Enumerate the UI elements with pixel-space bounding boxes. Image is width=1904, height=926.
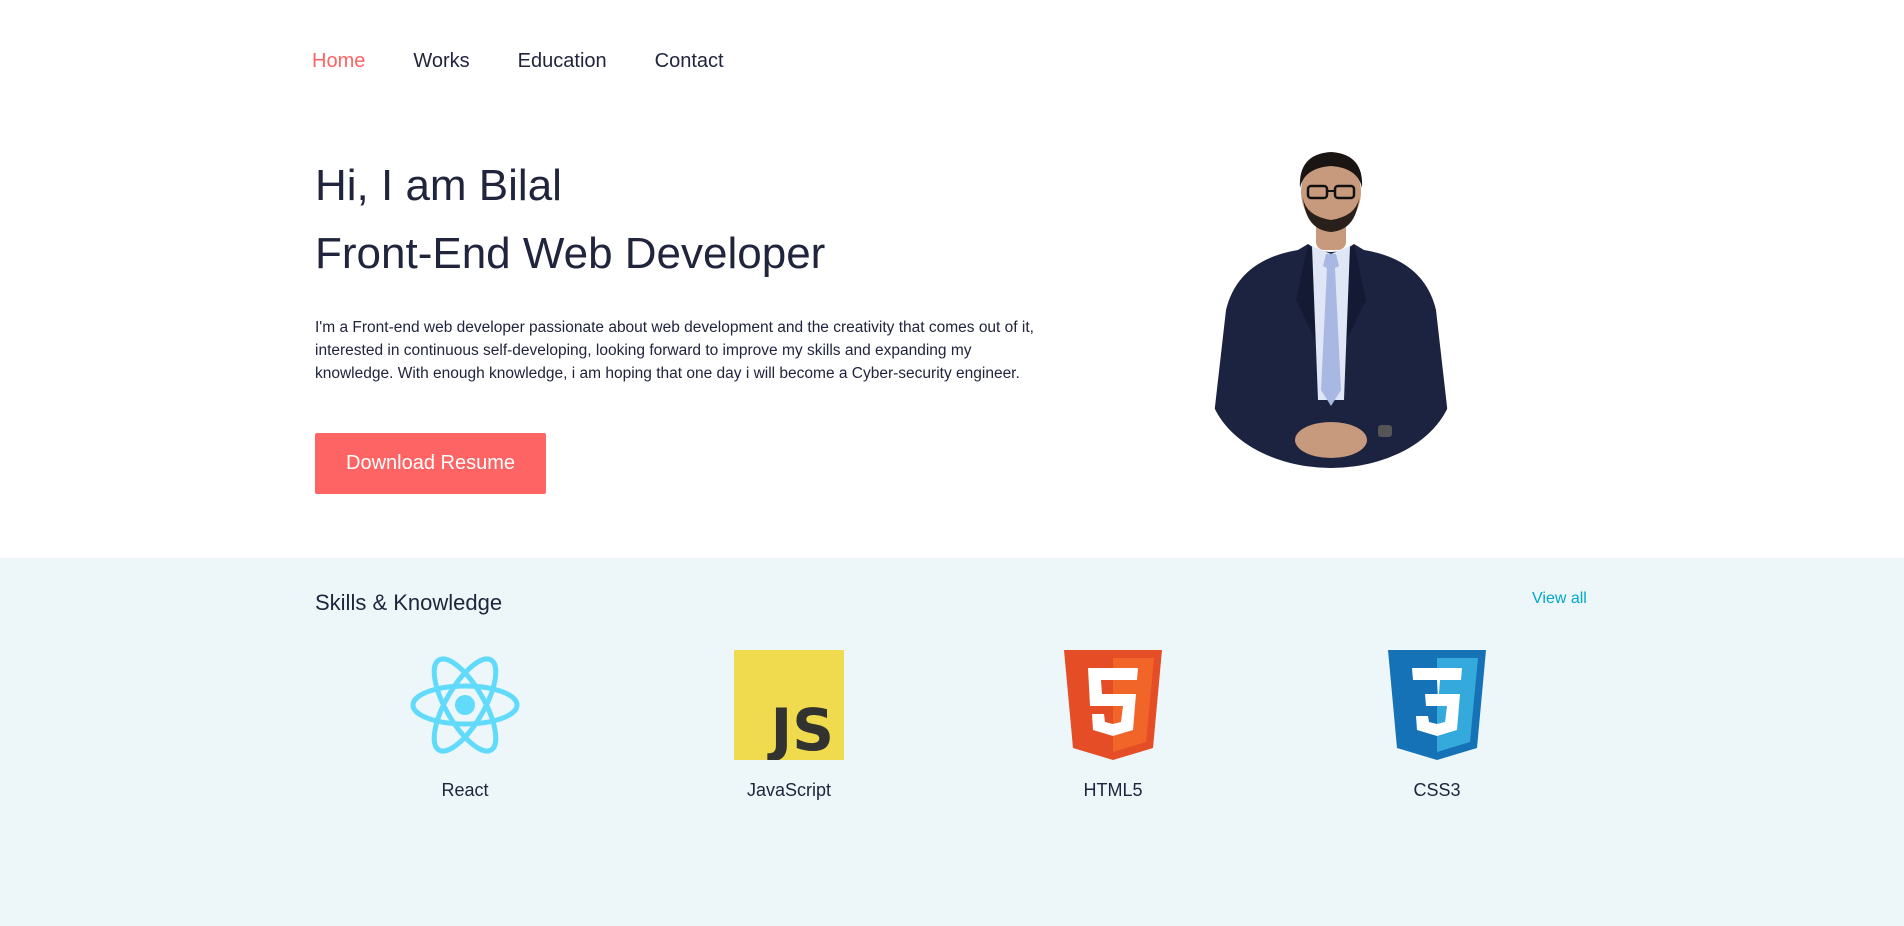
nav-contact[interactable]: Contact [655, 48, 724, 74]
skill-javascript: JS JavaScript [689, 650, 889, 801]
nav-works[interactable]: Works [413, 48, 469, 74]
svg-text:JS: JS [767, 696, 834, 760]
skills-title: Skills & Knowledge [315, 590, 503, 615]
hero-description: I'm a Front-end web developer passionate… [315, 319, 1034, 382]
react-icon [410, 656, 520, 754]
skill-label: React [441, 780, 489, 800]
hero-title: Hi, I am Bilal Front-End Web Developer [315, 152, 825, 288]
download-resume-button[interactable]: Download Resume [315, 433, 546, 494]
skill-label: JavaScript [746, 780, 832, 800]
skill-label: HTML5 [1083, 780, 1143, 800]
skill-label: CSS3 [1413, 780, 1461, 800]
skill-html5: HTML5 [1013, 650, 1213, 801]
skill-css3: CSS3 [1337, 650, 1537, 801]
skills-section: Skills & Knowledge View all React JS Jav… [0, 558, 1904, 926]
hero-section: Home Works Education Contact Hi, I am Bi… [0, 0, 1904, 558]
javascript-icon: JS [734, 650, 844, 760]
nav-home[interactable]: Home [312, 48, 365, 74]
skill-react: React [365, 650, 565, 801]
nav-education[interactable]: Education [518, 48, 607, 74]
main-nav: Home Works Education Contact [312, 48, 724, 74]
profile-photo [1208, 152, 1454, 468]
hero-role: Front-End Web Developer [315, 229, 826, 278]
portfolio-page: Home Works Education Contact Hi, I am Bi… [0, 0, 1904, 926]
html5-icon [1064, 650, 1162, 760]
view-all-link[interactable]: View all [1532, 590, 1587, 608]
hero-greeting: Hi, I am Bilal [315, 161, 562, 210]
css3-icon [1388, 650, 1486, 760]
